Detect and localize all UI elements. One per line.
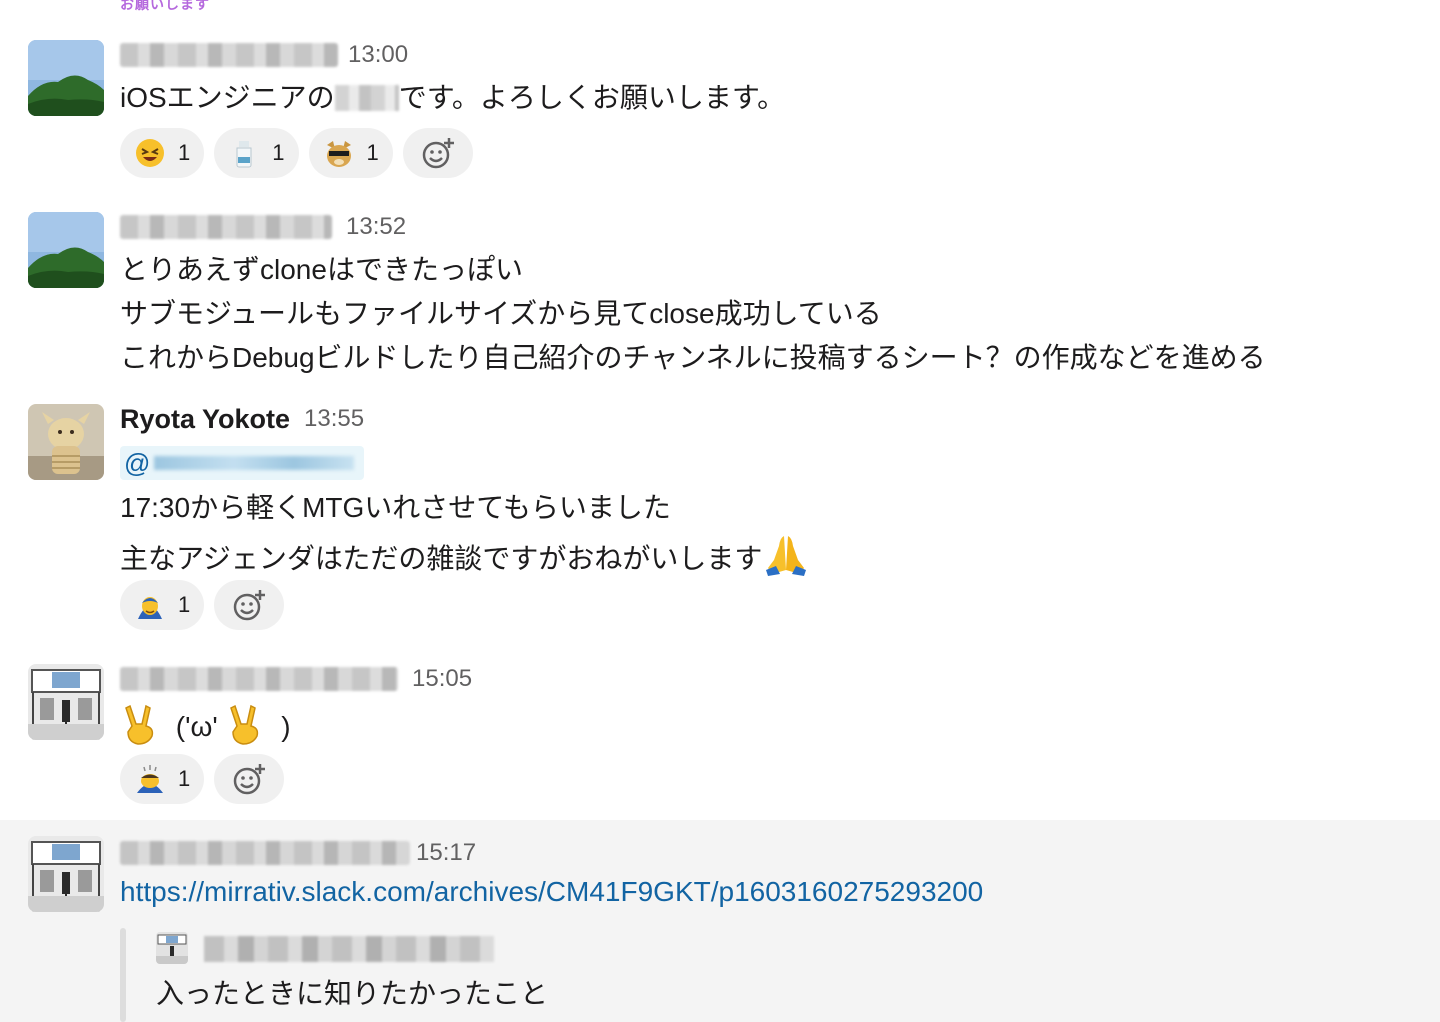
message-header: 13:52 xyxy=(120,212,406,242)
reactions-bar: 1 1 1 xyxy=(120,128,473,178)
photo-avatar-image xyxy=(28,836,104,912)
message-header: 13:00 xyxy=(120,40,408,70)
timestamp[interactable]: 15:17 xyxy=(416,839,476,867)
redacted-text xyxy=(334,85,399,111)
add-reaction-button[interactable] xyxy=(402,128,473,178)
text-segment: ('ω' xyxy=(175,711,218,742)
person-bowing-deeply-emoji-icon xyxy=(137,765,163,793)
avatar[interactable] xyxy=(28,836,104,912)
reactions-bar: 1 xyxy=(120,754,285,804)
user-mention[interactable]: @ xyxy=(120,446,364,480)
timestamp[interactable]: 13:55 xyxy=(304,405,364,433)
redacted-mention-name xyxy=(154,456,355,470)
message-text: iOSエンジニアの です。よろしくお願いします。 xyxy=(120,76,785,120)
add-reaction-icon xyxy=(422,138,454,169)
message-3: Ryota Yokote 13:55 @ 17:30から軽くMTGいれさせてもら… xyxy=(0,394,1440,644)
message-4: 15:05 ('ω' ) 1 xyxy=(0,654,1440,818)
author-name-redacted[interactable] xyxy=(120,215,332,239)
author-name-redacted[interactable] xyxy=(120,667,398,691)
mountain-avatar-image xyxy=(28,212,104,288)
author-name[interactable]: Ryota Yokote xyxy=(120,404,290,435)
message-text: ('ω' ) xyxy=(120,702,291,749)
message-text-line: 17:30から軽くMTGいれさせてもらいました xyxy=(120,492,671,523)
text-segment: iOSエンジニアの xyxy=(120,82,335,113)
author-name-redacted[interactable] xyxy=(120,841,410,865)
reaction-count: 1 xyxy=(272,140,285,165)
message-1: 13:00 iOSエンジニアの です。よろしくお願いします。 1 1 1 xyxy=(0,30,1440,200)
mention-at-sign: @ xyxy=(124,447,151,478)
victory-hand-emoji-icon xyxy=(230,704,259,745)
reaction-count: 1 xyxy=(178,766,191,791)
victory-hand-emoji-icon xyxy=(125,704,154,745)
message-header: Ryota Yokote 13:55 xyxy=(120,404,364,434)
previous-message-fragment: お願いします xyxy=(120,0,210,12)
timestamp[interactable]: 15:05 xyxy=(412,665,472,693)
milk-bottle-emoji-icon xyxy=(236,141,252,168)
mountain-avatar-image xyxy=(28,40,104,116)
message-text-line: とりあえずcloneはできたっぽい xyxy=(120,254,523,285)
timestamp[interactable]: 13:00 xyxy=(348,41,408,69)
message-text-line: サブモジュールもファイルサイズから見てclose成功している xyxy=(120,298,882,329)
add-reaction-icon xyxy=(234,590,266,621)
add-reaction-button[interactable] xyxy=(214,580,285,630)
character-avatar-image xyxy=(28,404,104,480)
timestamp[interactable]: 13:52 xyxy=(346,213,406,241)
message-header: 15:17 xyxy=(120,838,476,868)
message-2: 13:52 とりあえずcloneはできたっぽい サブモジュールもファイルサイズか… xyxy=(0,202,1440,392)
text-segment: ) xyxy=(281,711,291,742)
avatar[interactable] xyxy=(28,404,104,480)
message-5: 15:17 https://mirrativ.slack.com/archive… xyxy=(0,820,1440,1022)
message-header: 15:05 xyxy=(120,664,472,694)
reaction-pill[interactable]: 1 xyxy=(120,128,205,178)
avatar[interactable] xyxy=(28,40,104,116)
reactions-bar: 1 xyxy=(120,580,285,630)
avatar[interactable] xyxy=(28,664,104,740)
reaction-count: 1 xyxy=(178,592,191,617)
add-reaction-button[interactable] xyxy=(214,754,285,804)
message-text-line: これからDebugビルドしたり自己紹介のチャンネルに投稿するシート？の作成などを… xyxy=(120,342,1266,373)
unfurl-quote-bar xyxy=(120,928,126,1022)
photo-avatar-image xyxy=(28,664,104,740)
folded-hands-emoji-icon xyxy=(766,536,807,576)
text-segment: です。よろしくお願いします。 xyxy=(398,82,786,113)
reaction-count: 1 xyxy=(178,140,191,165)
photo-avatar-image xyxy=(156,932,188,964)
add-reaction-icon xyxy=(234,764,266,795)
unfurl-text: 入ったときに知りたかったこと xyxy=(156,978,549,1009)
reaction-pill[interactable]: 1 xyxy=(120,754,205,804)
message-text-line: 主なアジェンダはただの雑談ですがおねがいします xyxy=(120,530,810,581)
reaction-pill[interactable]: 1 xyxy=(120,580,205,630)
avatar[interactable] xyxy=(28,212,104,288)
reaction-pill[interactable]: 1 xyxy=(308,128,393,178)
text-segment: 主なアジェンダはただの雑談ですがおねがいします xyxy=(120,543,763,574)
person-bowing-emoji-icon xyxy=(138,597,162,619)
unfurl-author-redacted[interactable] xyxy=(204,936,494,962)
laughing-emoji-icon xyxy=(136,139,164,167)
message-link[interactable]: https://mirrativ.slack.com/archives/CM41… xyxy=(120,876,983,908)
unfurl-avatar[interactable] xyxy=(156,932,188,964)
reaction-pill[interactable]: 1 xyxy=(214,128,299,178)
cool-doge-emoji-icon xyxy=(326,141,351,167)
author-name-redacted[interactable] xyxy=(120,43,338,67)
reaction-count: 1 xyxy=(366,140,379,165)
